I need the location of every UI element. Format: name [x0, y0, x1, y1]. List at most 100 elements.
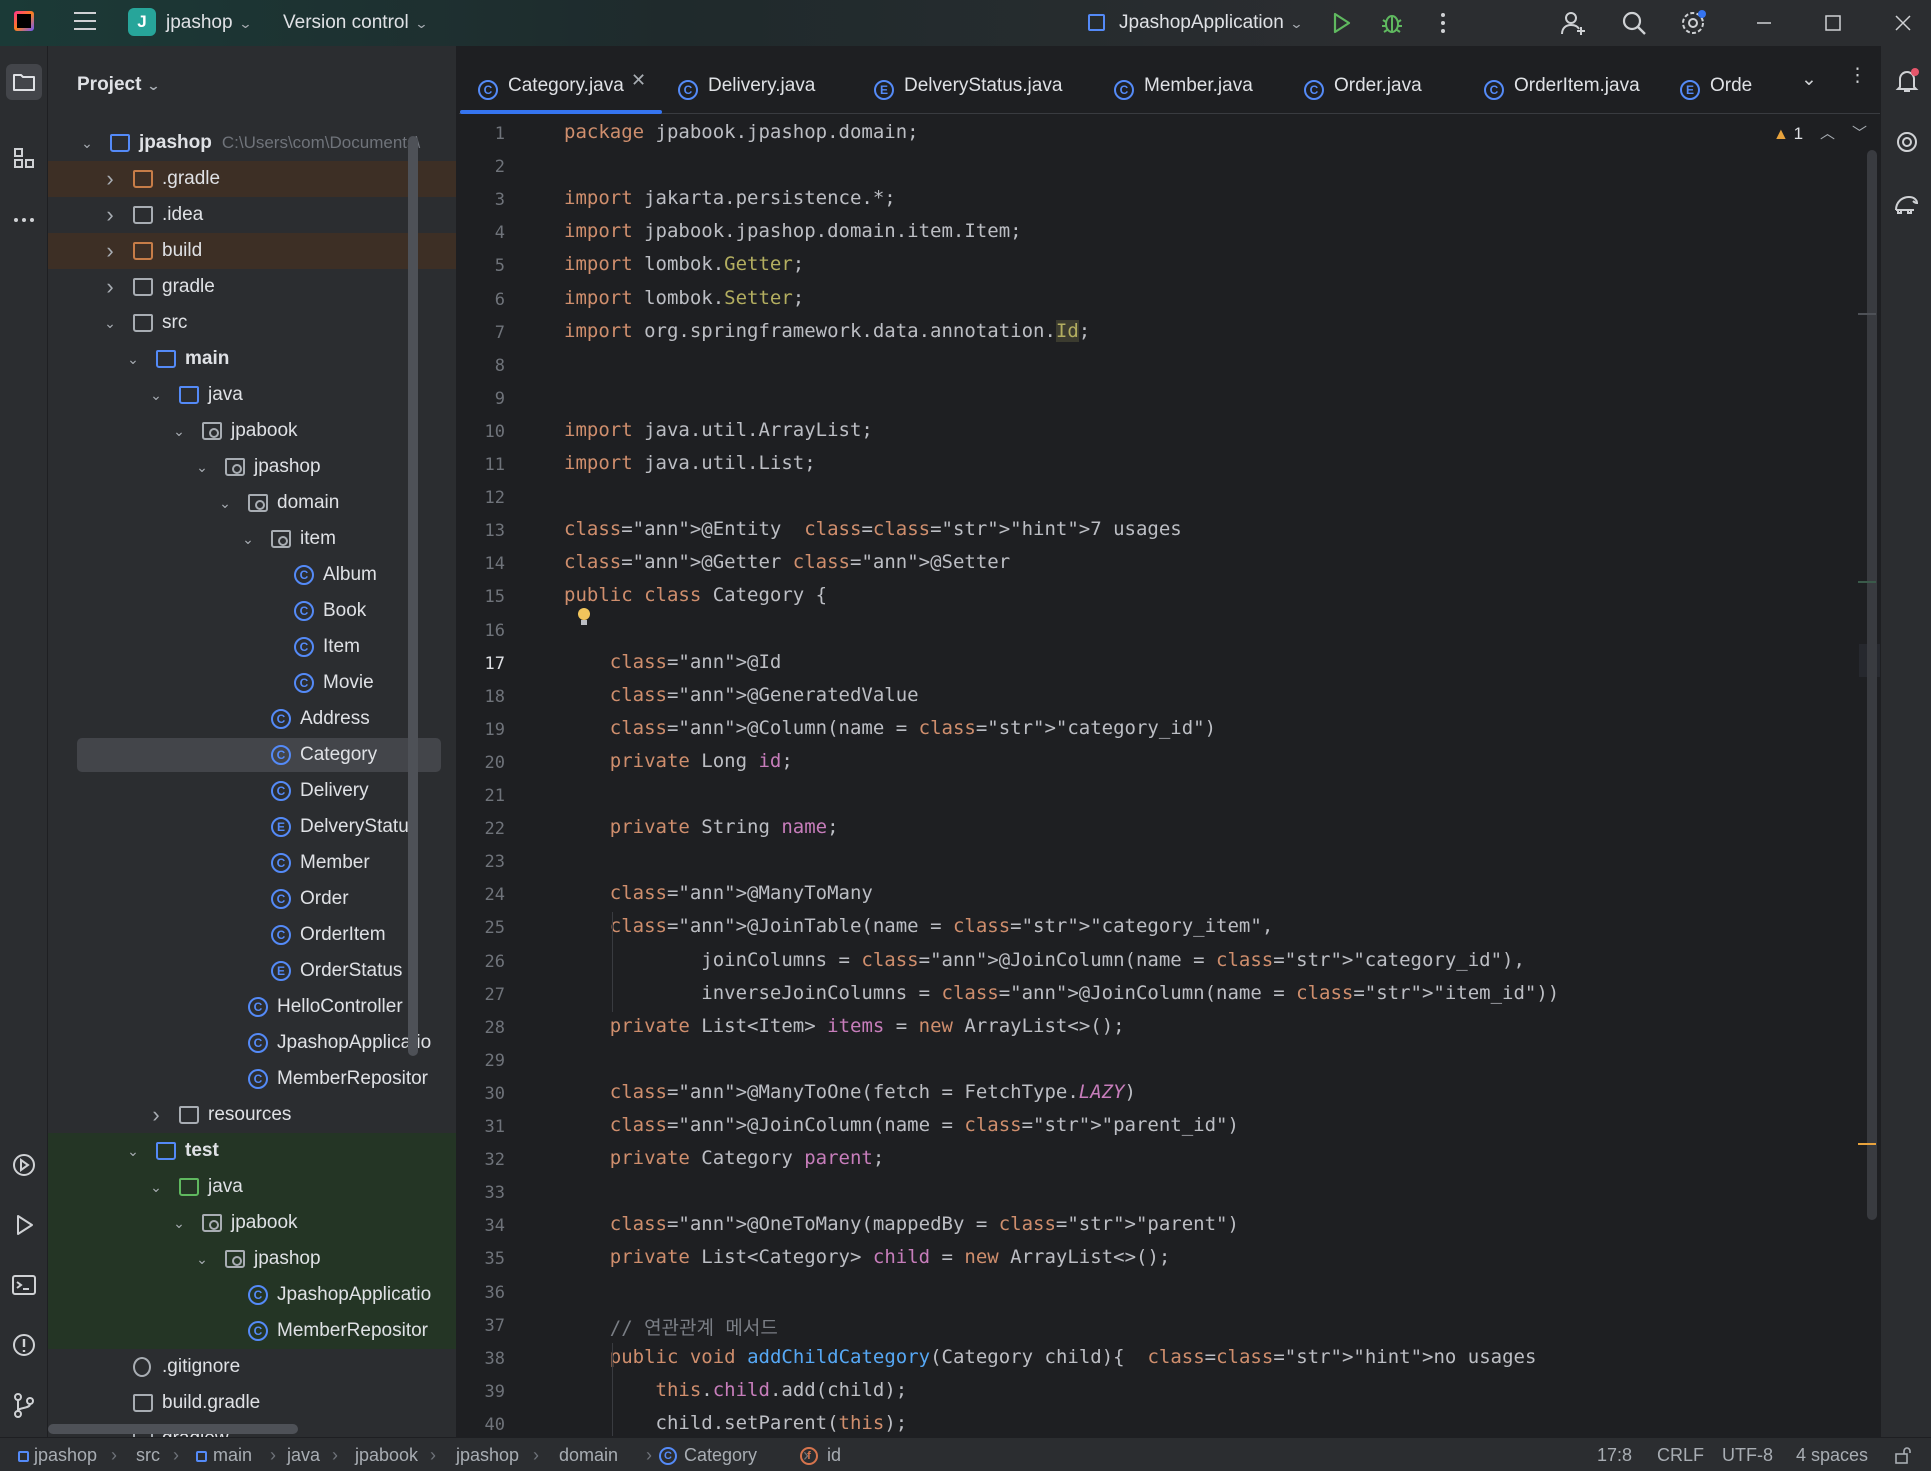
- project-view-selector[interactable]: Project ⌄: [77, 74, 161, 96]
- tree-item-orderstatus[interactable]: E OrderStatus: [48, 953, 456, 989]
- breadcrumb-java[interactable]: java: [287, 1445, 320, 1466]
- close-tab-icon[interactable]: ✕: [631, 70, 646, 91]
- settings-button[interactable]: [1678, 8, 1708, 38]
- tab-orde[interactable]: E Orde: [1680, 46, 1755, 114]
- debug-button[interactable]: [1377, 8, 1407, 38]
- breadcrumb-id[interactable]: id: [827, 1445, 841, 1466]
- chevron-right-icon[interactable]: ›: [103, 269, 117, 305]
- tab-member-java[interactable]: C Member.java: [1114, 46, 1253, 114]
- ai-assistant-button[interactable]: [1890, 125, 1924, 159]
- tree-item-member[interactable]: C Member: [48, 845, 456, 881]
- previous-highlight-icon[interactable]: ︿: [1820, 122, 1835, 143]
- tree-item-hellocontroller[interactable]: C HelloController: [48, 989, 456, 1025]
- more-actions-button[interactable]: [1428, 8, 1458, 38]
- tree-item-category[interactable]: C Category: [48, 737, 456, 773]
- tree-item-delivery[interactable]: C Delivery: [48, 773, 456, 809]
- tree-item-item[interactable]: ⌄ item: [48, 521, 456, 557]
- chevron-down-icon[interactable]: ⌄: [241, 521, 255, 557]
- run-button[interactable]: [1326, 8, 1356, 38]
- tree-item-address[interactable]: C Address: [48, 701, 456, 737]
- chevron-down-icon[interactable]: ⌄: [195, 449, 209, 485]
- tree-item-item[interactable]: C Item: [48, 629, 456, 665]
- tree-item-order[interactable]: C Order: [48, 881, 456, 917]
- unlock-icon[interactable]: [1893, 1445, 1913, 1470]
- chevron-down-icon[interactable]: ⌄: [126, 341, 140, 377]
- caret-position[interactable]: 17:8: [1597, 1445, 1632, 1466]
- chevron-right-icon[interactable]: ›: [103, 233, 117, 269]
- indent-setting[interactable]: 4 spaces: [1796, 1445, 1868, 1466]
- line-separator[interactable]: CRLF: [1657, 1445, 1704, 1466]
- tree-item-book[interactable]: C Book: [48, 593, 456, 629]
- tab-delverystatus-java[interactable]: E DelveryStatus.java: [874, 46, 1062, 114]
- tree-item-resources[interactable]: › resources: [48, 1097, 456, 1133]
- tab-orderitem-java[interactable]: C OrderItem.java: [1484, 46, 1640, 114]
- services-tool-button[interactable]: [6, 1147, 42, 1183]
- chevron-down-icon[interactable]: ⌄: [172, 413, 186, 449]
- lightbulb-icon[interactable]: [577, 608, 591, 626]
- breadcrumb-jpabook[interactable]: jpabook: [355, 1445, 418, 1466]
- gradle-tool-button[interactable]: [1890, 186, 1924, 220]
- tree-root-jpashop[interactable]: ⌄ jpashop C:\Users\com\Documents\: [48, 125, 456, 161]
- git-tool-button[interactable]: [6, 1387, 42, 1423]
- structure-tool-button[interactable]: [6, 140, 42, 176]
- chevron-down-icon[interactable]: ⌄: [218, 485, 232, 521]
- next-highlight-icon[interactable]: ﹀: [1852, 122, 1867, 143]
- chevron-down-icon[interactable]: ⌄: [80, 125, 94, 161]
- tree-item-orderitem[interactable]: C OrderItem: [48, 917, 456, 953]
- project-tool-button[interactable]: [6, 64, 42, 100]
- search-button[interactable]: [1619, 8, 1649, 38]
- breadcrumb-category[interactable]: Category: [684, 1445, 757, 1466]
- tree-item-memberrepositor[interactable]: C MemberRepositor: [48, 1313, 456, 1349]
- project-horizontal-scrollbar[interactable]: [48, 1424, 298, 1434]
- chevron-right-icon[interactable]: ›: [103, 161, 117, 197]
- breadcrumb-main[interactable]: main: [213, 1445, 252, 1466]
- chevron-right-icon[interactable]: ›: [103, 197, 117, 233]
- tree-item-jpashop[interactable]: ⌄ jpashop: [48, 449, 456, 485]
- tree-item-build[interactable]: › build: [48, 233, 456, 269]
- project-badge[interactable]: J: [128, 8, 156, 36]
- warning-scroll-marker[interactable]: [1858, 1143, 1876, 1145]
- minimize-window-button[interactable]: [1749, 8, 1779, 38]
- tab-order-java[interactable]: C Order.java: [1304, 46, 1422, 114]
- chevron-down-icon[interactable]: ⌄: [149, 1169, 163, 1205]
- main-menu-icon[interactable]: [74, 12, 96, 32]
- breadcrumb-domain[interactable]: domain: [559, 1445, 618, 1466]
- run-configuration-selector[interactable]: JpashopApplication ⌄: [1119, 12, 1303, 34]
- tree-item-main[interactable]: ⌄ main: [48, 341, 456, 377]
- breadcrumb-jpashop[interactable]: jpashop: [34, 1445, 97, 1466]
- chevron-down-icon[interactable]: ⌄: [172, 1205, 186, 1241]
- tree-item-jpashop[interactable]: ⌄ jpashop: [48, 1241, 456, 1277]
- tree-item-jpashopapplicatio[interactable]: C JpashopApplicatio: [48, 1277, 456, 1313]
- code-editor[interactable]: package jpabook.jpashop.domain; import ja…: [559, 115, 1859, 1436]
- chevron-down-icon[interactable]: ⌄: [126, 1133, 140, 1169]
- more-tools-button[interactable]: [6, 202, 42, 238]
- tree-item-album[interactable]: C Album: [48, 557, 456, 593]
- tree-item-delverystatus[interactable]: E DelveryStatus: [48, 809, 456, 845]
- inspection-widget[interactable]: ▲ 1: [1773, 124, 1803, 144]
- tree-item-src[interactable]: ⌄ src: [48, 305, 456, 341]
- tab-list-dropdown-icon[interactable]: ⌄: [1801, 68, 1817, 91]
- maximize-window-button[interactable]: [1818, 8, 1848, 38]
- tree-item-jpabook[interactable]: ⌄ jpabook: [48, 413, 456, 449]
- run-tool-button[interactable]: [6, 1207, 42, 1243]
- tree-item-jpashopapplicatio[interactable]: C JpashopApplicatio: [48, 1025, 456, 1061]
- tab-category-java[interactable]: C Category.java: [460, 46, 662, 114]
- chevron-right-icon[interactable]: ›: [149, 1097, 163, 1133]
- tree-item-java[interactable]: ⌄ java: [48, 377, 456, 413]
- tree-item-idea[interactable]: › .idea: [48, 197, 456, 233]
- intellij-logo-icon[interactable]: [14, 11, 34, 31]
- chevron-down-icon[interactable]: ⌄: [103, 305, 117, 341]
- chevron-down-icon[interactable]: ⌄: [149, 377, 163, 413]
- problems-tool-button[interactable]: [6, 1327, 42, 1363]
- tree-item-domain[interactable]: ⌄ domain: [48, 485, 456, 521]
- tree-item-java[interactable]: ⌄ java: [48, 1169, 456, 1205]
- terminal-tool-button[interactable]: [6, 1267, 42, 1303]
- tree-item-gradle[interactable]: › .gradle: [48, 161, 456, 197]
- close-window-button[interactable]: [1888, 8, 1918, 38]
- editor-vertical-scrollbar[interactable]: [1867, 150, 1877, 1220]
- project-vertical-scrollbar[interactable]: [408, 136, 418, 1056]
- notifications-button[interactable]: [1890, 64, 1924, 98]
- tree-item-gradle[interactable]: › gradle: [48, 269, 456, 305]
- project-switcher[interactable]: jpashop ⌄: [166, 12, 252, 34]
- chevron-down-icon[interactable]: ⌄: [195, 1241, 209, 1277]
